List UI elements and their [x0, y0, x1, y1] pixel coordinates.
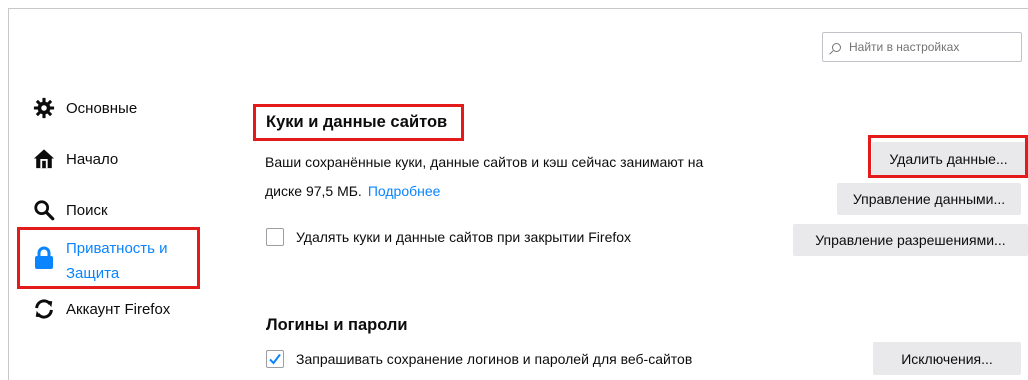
- manage-permissions-button-label: Управление разрешениями...: [815, 232, 1006, 248]
- sidebar-item-label: Основные: [66, 99, 138, 117]
- sidebar-item-home[interactable]: Начало: [32, 147, 118, 171]
- learn-more-link[interactable]: Подробнее: [368, 183, 441, 199]
- sidebar-item-label: Аккаунт Firefox: [66, 300, 171, 318]
- sidebar-item-label-line2: Защита: [66, 265, 120, 282]
- search-icon: [32, 198, 56, 222]
- exceptions-button-label: Исключения...: [901, 350, 993, 367]
- manage-permissions-button[interactable]: Управление разрешениями...: [793, 224, 1028, 256]
- sidebar-item-label-line1: Приватность и: [66, 240, 168, 257]
- manage-data-button[interactable]: Управление данными...: [837, 183, 1021, 215]
- sidebar-item-label: Начало: [66, 150, 119, 168]
- clear-data-button-label: Удалить данные...: [889, 150, 1008, 167]
- sidebar-item-search[interactable]: Поиск: [32, 198, 108, 222]
- sidebar-item-firefox-account[interactable]: Аккаунт Firefox: [32, 297, 170, 321]
- search-icon: [832, 42, 841, 52]
- cookies-description-line1: Ваши сохранённые куки, данные сайтов и к…: [265, 154, 704, 170]
- delete-on-close-row: Удалять куки и данные сайтов при закрыти…: [266, 228, 631, 246]
- cookies-heading: Куки и данные сайтов: [266, 113, 448, 131]
- sidebar-item-label: Приватность и Защита: [66, 236, 168, 286]
- home-icon: [32, 147, 56, 171]
- checkmark-icon: [269, 353, 281, 365]
- delete-on-close-label: Удалять куки и данные сайтов при закрыти…: [296, 229, 632, 245]
- search-input[interactable]: [849, 40, 1009, 54]
- manage-data-button-label: Управление данными...: [852, 191, 1006, 207]
- search-box[interactable]: [822, 32, 1022, 62]
- sidebar-item-privacy[interactable]: Приватность и Защита: [32, 236, 168, 286]
- gear-icon: [32, 96, 56, 120]
- cookies-description: Ваши сохранённые куки, данные сайтов и к…: [265, 148, 785, 206]
- lock-icon: [32, 246, 56, 270]
- logins-heading: Логины и пароли: [266, 316, 408, 334]
- delete-on-close-checkbox[interactable]: [266, 228, 284, 246]
- sidebar-item-label: Поиск: [66, 201, 108, 219]
- sidebar-item-general[interactable]: Основные: [32, 96, 137, 120]
- clear-data-button[interactable]: Удалить данные...: [872, 142, 1025, 175]
- sync-icon: [32, 297, 56, 321]
- ask-to-save-label: Запрашивать сохранение логинов и паролей…: [296, 351, 693, 367]
- exceptions-button[interactable]: Исключения...: [873, 342, 1021, 375]
- cookies-description-line2: диске 97,5 МБ.: [265, 183, 362, 199]
- ask-to-save-checkbox[interactable]: [266, 350, 284, 368]
- ask-to-save-row: Запрашивать сохранение логинов и паролей…: [266, 350, 692, 368]
